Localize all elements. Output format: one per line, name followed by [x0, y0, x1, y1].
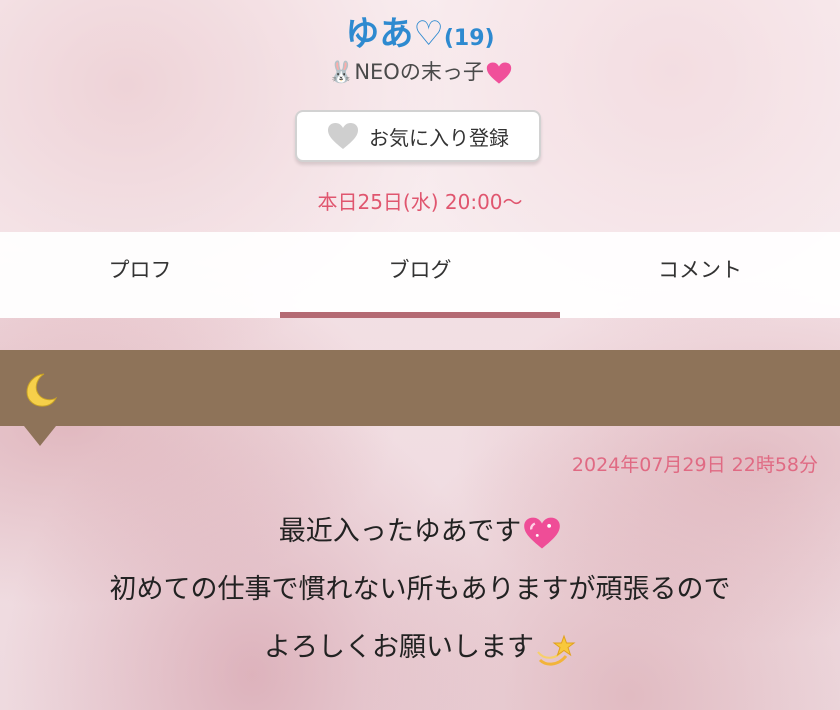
pink-heart-icon: [486, 62, 512, 84]
favorite-button-label: お気に入り登録: [369, 125, 509, 150]
blog-line-1-text: 最近入ったゆあです: [278, 516, 522, 547]
tab-comment[interactable]: コメント: [560, 232, 840, 318]
dizzy-star-icon: [537, 634, 576, 666]
heart-icon: [328, 123, 358, 149]
tab-bar: プロフ ブログ コメント: [0, 232, 840, 318]
blog-line-3: よろしくお願いします: [0, 619, 840, 677]
blog-date: 2024年07月29日 22時58分: [571, 454, 818, 476]
profile-name-text: ゆあ♡: [345, 14, 444, 54]
blog-line-2: 初めての仕事で慣れない所もありますが頑張るので: [109, 574, 731, 605]
tab-profile-label: プロフ: [108, 258, 172, 282]
tab-blog[interactable]: ブログ: [280, 232, 560, 318]
tab-blog-label: ブログ: [388, 258, 452, 282]
tab-comment-label: コメント: [658, 258, 742, 282]
blog-line-1: 最近入ったゆあです: [0, 503, 840, 561]
blog-header-bar: [0, 350, 840, 426]
favorite-button[interactable]: お気に入り登録: [295, 110, 541, 162]
profile-subtitle-text: 🐰NEOの末っ子: [328, 60, 484, 84]
tab-profile[interactable]: プロフ: [0, 232, 280, 318]
blog-header-pointer: [24, 426, 56, 446]
blog-post-body: 最近入ったゆあです 初めての仕事で慣れない所もありますが頑張るので よろしくお願…: [0, 503, 840, 677]
blog-line-3-text: よろしくお願いします: [264, 632, 534, 663]
sparkling-heart-icon: [524, 517, 561, 548]
crescent-moon-icon: [26, 373, 58, 407]
profile-name: ゆあ♡(19): [0, 6, 840, 55]
profile-subtitle: 🐰NEOの末っ子: [0, 56, 840, 86]
profile-age: (19): [443, 26, 495, 51]
schedule-text: 本日25日(水) 20:00〜: [317, 190, 523, 214]
